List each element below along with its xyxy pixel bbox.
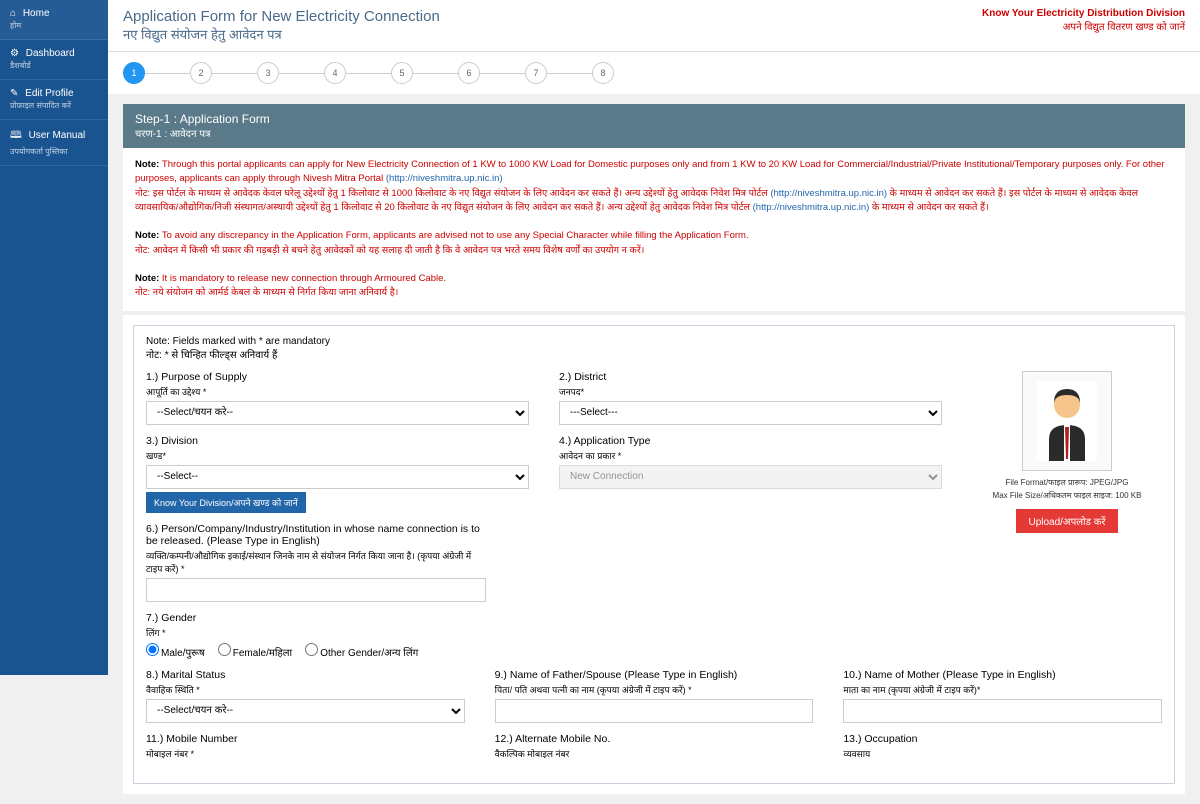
mother-name-input[interactable]: [843, 699, 1162, 723]
know-division-link[interactable]: Know Your Electricity Distribution Divis…: [982, 8, 1185, 33]
photo-placeholder: [1022, 371, 1112, 471]
step-4[interactable]: 4: [324, 62, 346, 84]
step-1[interactable]: 1: [123, 62, 145, 84]
sidebar-item-sublabel: होम: [10, 20, 98, 31]
stepper: 1 2 3 4 5 6 7 8: [108, 52, 1200, 94]
gender-other-radio[interactable]: [305, 643, 318, 656]
page-header: Application Form for New Electricity Con…: [108, 0, 1200, 52]
division-select[interactable]: --Select--: [146, 465, 529, 489]
note-block: Note: Through this portal applicants can…: [123, 148, 1185, 311]
main-content: Application Form for New Electricity Con…: [108, 0, 1200, 804]
step-3[interactable]: 3: [257, 62, 279, 84]
book-icon: 🕮: [10, 130, 22, 141]
connection-name-input[interactable]: [146, 578, 486, 602]
application-type-select: New Connection: [559, 465, 942, 489]
step-6[interactable]: 6: [458, 62, 480, 84]
district-select[interactable]: ---Select---: [559, 401, 942, 425]
sidebar-item-user-manual[interactable]: 🕮 User Manual उपयोगकर्ता पुस्तिका: [0, 120, 108, 166]
sidebar-item-label: Home: [23, 8, 50, 19]
nivesh-mitra-link[interactable]: (http://niveshmitra.up.nic.in): [770, 188, 887, 199]
step-2[interactable]: 2: [190, 62, 212, 84]
sidebar-item-label: Edit Profile: [25, 88, 73, 99]
home-icon: ⌂: [10, 8, 16, 19]
upload-photo-button[interactable]: Upload/अपलोड करें: [1016, 509, 1117, 533]
photo-format-caption: File Format/फाइल प्रारूप: JPEG/JPG: [972, 477, 1162, 488]
sidebar: ⌂ Home होम ⚙ Dashboard डैशबोर्ड ✎ Edit P…: [0, 0, 108, 675]
mandatory-note: Note: Fields marked with * are mandatory…: [146, 336, 1162, 361]
page-title: Application Form for New Electricity Con…: [123, 8, 440, 25]
sidebar-item-label: Dashboard: [26, 48, 75, 59]
nivesh-mitra-link[interactable]: (http://niveshmitra.up.nic.in): [753, 202, 870, 213]
gender-female-radio[interactable]: [218, 643, 231, 656]
gender-male-radio[interactable]: [146, 643, 159, 656]
sidebar-item-dashboard[interactable]: ⚙ Dashboard डैशबोर्ड: [0, 40, 108, 80]
marital-status-select[interactable]: --Select/चयन करे--: [146, 699, 465, 723]
step-7[interactable]: 7: [525, 62, 547, 84]
sidebar-item-sublabel: उपयोगकर्ता पुस्तिका: [10, 146, 98, 157]
edit-icon: ✎: [10, 88, 18, 99]
application-form: Note: Fields marked with * are mandatory…: [133, 325, 1175, 784]
sidebar-item-sublabel: डैशबोर्ड: [10, 60, 98, 71]
purpose-of-supply-select[interactable]: --Select/चयन करे--: [146, 401, 529, 425]
step-8[interactable]: 8: [592, 62, 614, 84]
sidebar-item-sublabel: प्रोफ़ाइल संपादित करें: [10, 100, 98, 111]
father-spouse-name-input[interactable]: [495, 699, 814, 723]
dashboard-icon: ⚙: [10, 48, 19, 59]
photo-size-caption: Max File Size/अधिकतम फाइल साइज: 100 KB: [972, 490, 1162, 501]
know-your-division-button[interactable]: Know Your Division/अपने खण्ड को जानें: [146, 492, 306, 513]
sidebar-item-home[interactable]: ⌂ Home होम: [0, 0, 108, 40]
page-subtitle: नए विद्युत संयोजन हेतु आवेदन पत्र: [123, 25, 440, 43]
sidebar-item-edit-profile[interactable]: ✎ Edit Profile प्रोफ़ाइल संपादित करें: [0, 80, 108, 120]
sidebar-item-label: User Manual: [29, 130, 86, 141]
step-5[interactable]: 5: [391, 62, 413, 84]
nivesh-mitra-link[interactable]: (http://niveshmitra.up.nic.in): [386, 173, 503, 184]
section-header: Step-1 : Application Form चरण-1 : आवेदन …: [123, 104, 1185, 148]
